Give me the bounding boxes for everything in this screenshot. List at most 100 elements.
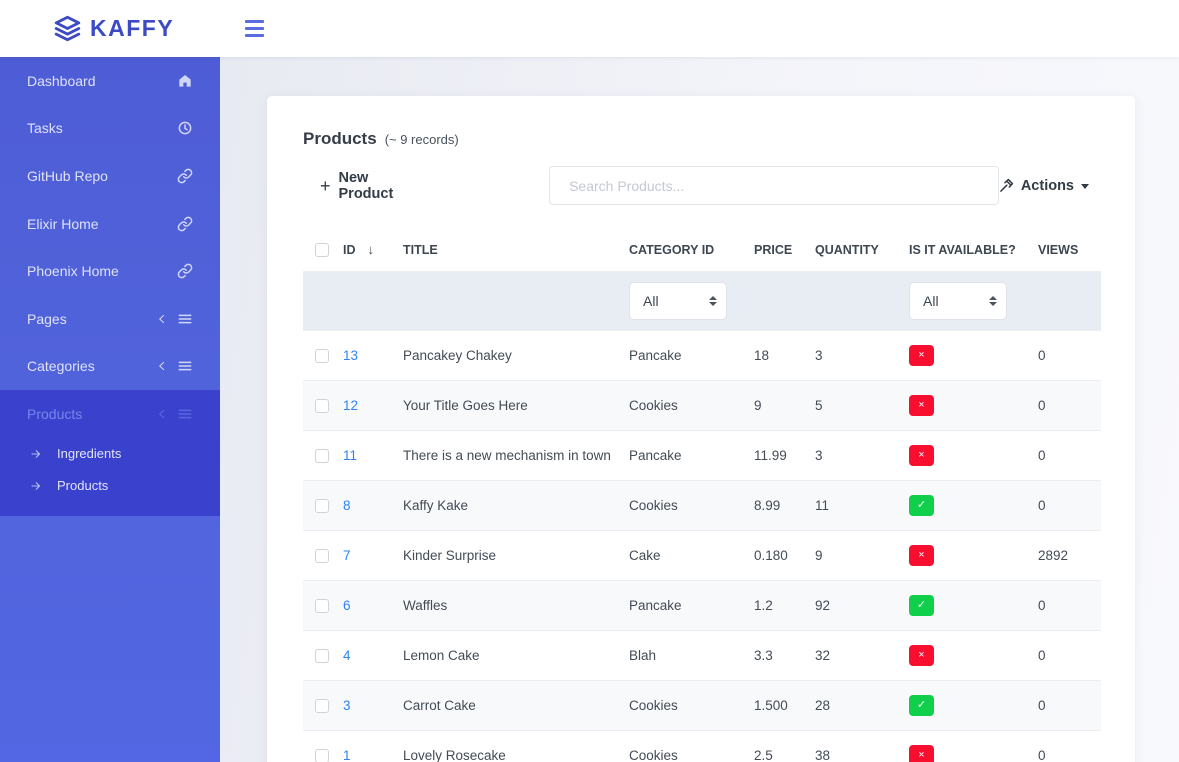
row-id-link[interactable]: 4: [343, 648, 351, 663]
row-id-link[interactable]: 1: [343, 748, 351, 762]
chevron-left-icon: [156, 360, 168, 372]
menu-icon: [177, 406, 193, 422]
availability-badge: ✓: [909, 595, 934, 616]
clock-icon: [177, 120, 193, 136]
sidebar: Dashboard Tasks GitHub Repo Elixir Home Phoe…: [0, 57, 220, 762]
row-checkbox[interactable]: [315, 399, 329, 413]
sidebar-item-categories[interactable]: Categories: [0, 343, 220, 391]
row-checkbox[interactable]: [315, 499, 329, 513]
hammer-icon: [999, 178, 1014, 193]
home-icon: [177, 73, 193, 89]
row-checkbox[interactable]: [315, 549, 329, 563]
row-checkbox[interactable]: [315, 649, 329, 663]
row-checkbox[interactable]: [315, 599, 329, 613]
row-title: Your Title Goes Here: [403, 381, 629, 431]
is-it-available-filter-select[interactable]: All: [909, 282, 1007, 320]
search-input[interactable]: [549, 166, 999, 205]
sidebar-item-label: Phoenix Home: [27, 263, 119, 279]
table-row: 6WafflesPancake1.292✓0: [303, 581, 1101, 631]
actions-dropdown-button[interactable]: Actions: [999, 178, 1089, 194]
column-header-views[interactable]: VIEWS: [1038, 230, 1101, 272]
menu-toggle-icon[interactable]: [245, 19, 264, 38]
category-id-filter: All: [629, 282, 727, 320]
toolbar: + New Product Actions: [303, 166, 1099, 205]
sidebar-item-tasks[interactable]: Tasks: [0, 105, 220, 153]
row-title: Pancakey Chakey: [403, 331, 629, 381]
sidebar-item-products[interactable]: Products: [0, 390, 220, 438]
column-header-id[interactable]: ID↓: [343, 230, 403, 272]
column-header-category-id[interactable]: CATEGORY ID: [629, 230, 754, 272]
table-row: 1Lovely RosecakeCookies2.538×0: [303, 731, 1101, 762]
brand-name: KAFFY: [90, 15, 174, 42]
row-checkbox[interactable]: [315, 349, 329, 363]
chevron-left-icon: [156, 408, 168, 420]
sidebar-item-github-repo[interactable]: GitHub Repo: [0, 152, 220, 200]
sidebar-item-label: Dashboard: [27, 73, 96, 89]
table-row: 4Lemon CakeBlah3.332×0: [303, 631, 1101, 681]
menu-icon: [177, 358, 193, 374]
row-checkbox[interactable]: [315, 749, 329, 762]
sidebar-item-label: Elixir Home: [27, 216, 99, 232]
row-id-link[interactable]: 11: [343, 448, 357, 463]
category-id-filter-select[interactable]: All: [629, 282, 727, 320]
table-row: 8Kaffy KakeCookies8.9911✓0: [303, 481, 1101, 531]
sidebar-group-products: ProductsIngredientsProducts: [0, 390, 220, 516]
row-checkbox[interactable]: [315, 449, 329, 463]
column-header-is-it-available[interactable]: IS IT AVAILABLE?: [909, 230, 1038, 272]
brand-logo[interactable]: KAFFY: [54, 0, 174, 57]
link-icon: [177, 168, 193, 184]
row-title: Kinder Surprise: [403, 531, 629, 581]
sidebar-subitem-ingredients[interactable]: Ingredients: [0, 438, 220, 470]
chevron-left-icon: [156, 313, 168, 325]
row-price: 1.500: [754, 681, 815, 731]
row-quantity: 3: [815, 431, 909, 481]
row-views: 0: [1038, 331, 1101, 381]
column-header-price[interactable]: PRICE: [754, 230, 815, 272]
column-header-title[interactable]: TITLE: [403, 230, 629, 272]
column-header-quantity[interactable]: QUANTITY: [815, 230, 909, 272]
row-title: Lemon Cake: [403, 631, 629, 681]
sort-desc-icon[interactable]: ↓: [368, 242, 375, 257]
row-category-id: Cookies: [629, 481, 754, 531]
row-id-link[interactable]: 12: [343, 398, 358, 413]
select-all-checkbox[interactable]: [315, 243, 329, 257]
sidebar-item-phoenix-home[interactable]: Phoenix Home: [0, 247, 220, 295]
row-quantity: 28: [815, 681, 909, 731]
link-icon: [177, 263, 193, 279]
sidebar-item-elixir-home[interactable]: Elixir Home: [0, 200, 220, 248]
sidebar-item-label: Tasks: [27, 120, 63, 136]
is-it-available-filter: All: [909, 282, 1007, 320]
row-quantity: 92: [815, 581, 909, 631]
row-price: 0.180: [754, 531, 815, 581]
row-checkbox[interactable]: [315, 699, 329, 713]
records-count: (~ 9 records): [385, 132, 459, 147]
table-row: 11There is a new mechanism in townPancak…: [303, 431, 1101, 481]
sidebar-subitem-label: Products: [57, 478, 108, 493]
products-card: Products (~ 9 records) + New Product Act…: [267, 96, 1135, 762]
sidebar-item-dashboard[interactable]: Dashboard: [0, 57, 220, 105]
row-views: 2892: [1038, 531, 1101, 581]
row-quantity: 38: [815, 731, 909, 762]
new-product-button[interactable]: + New Product: [320, 170, 427, 202]
row-id-link[interactable]: 8: [343, 498, 351, 513]
row-id-link[interactable]: 7: [343, 548, 351, 563]
sidebar-nav: Dashboard Tasks GitHub Repo Elixir Home Phoe…: [0, 57, 220, 516]
sidebar-item-label: Pages: [27, 311, 67, 327]
row-id-link[interactable]: 3: [343, 698, 351, 713]
table-body: AllAll13Pancakey ChakeyPancake183×012You…: [303, 272, 1101, 762]
row-id-link[interactable]: 6: [343, 598, 351, 613]
sidebar-item-pages[interactable]: Pages: [0, 295, 220, 343]
page-title: Products: [303, 129, 377, 149]
arrow-right-icon: [30, 448, 42, 460]
row-views: 0: [1038, 731, 1101, 762]
row-price: 8.99: [754, 481, 815, 531]
availability-badge: ✓: [909, 495, 934, 516]
sidebar-subitem-products[interactable]: Products: [0, 470, 220, 502]
row-views: 0: [1038, 631, 1101, 681]
row-category-id: Cookies: [629, 681, 754, 731]
row-id-link[interactable]: 13: [343, 348, 358, 363]
arrow-right-icon: [30, 480, 42, 492]
link-icon: [177, 216, 193, 232]
availability-badge: ×: [909, 645, 934, 666]
row-price: 2.5: [754, 731, 815, 762]
